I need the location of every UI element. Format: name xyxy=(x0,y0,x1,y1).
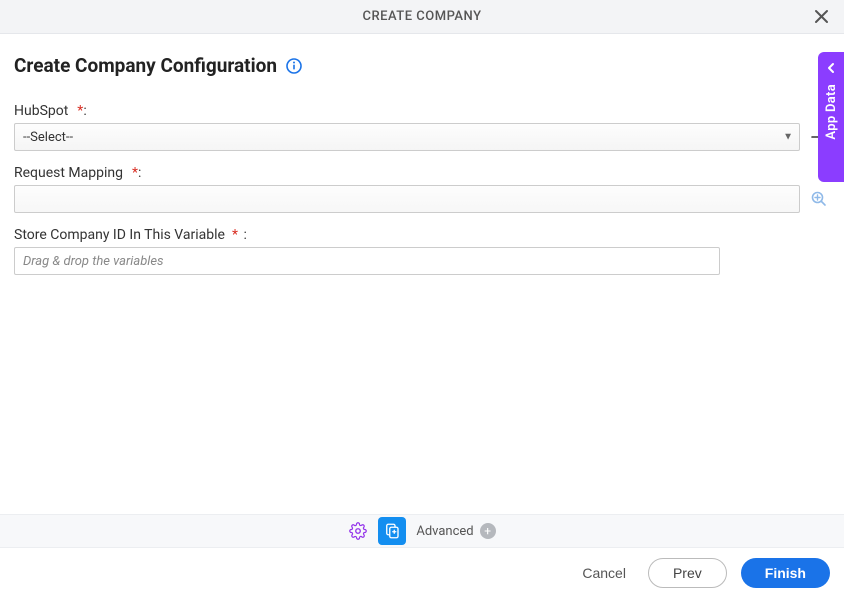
bottom-toolbar: Advanced + xyxy=(0,514,844,548)
finish-button[interactable]: Finish xyxy=(741,558,830,588)
info-icon[interactable] xyxy=(285,57,303,75)
zoom-icon[interactable] xyxy=(808,188,830,210)
gear-icon[interactable] xyxy=(348,521,368,541)
modal-header: CREATE COMPANY xyxy=(0,0,844,34)
page-title: Create Company Configuration xyxy=(14,54,277,77)
close-icon[interactable] xyxy=(812,8,830,26)
app-data-side-tab[interactable]: App Data xyxy=(818,52,844,182)
hubspot-label: HubSpot *: xyxy=(14,103,830,119)
hubspot-select[interactable]: --Select-- ▼ xyxy=(14,123,800,151)
label-colon: : xyxy=(83,103,86,119)
advanced-toggle[interactable]: Advanced + xyxy=(416,523,495,539)
store-company-id-label-text: Store Company ID In This Variable xyxy=(14,227,225,243)
prev-button[interactable]: Prev xyxy=(648,558,727,588)
store-company-id-input[interactable]: Drag & drop the variables xyxy=(14,247,720,275)
chevron-left-icon xyxy=(825,62,837,78)
chevron-down-icon: ▼ xyxy=(783,132,793,143)
label-colon: : xyxy=(138,165,141,181)
plus-circle-icon: + xyxy=(480,523,496,539)
hubspot-field: HubSpot *: --Select-- ▼ xyxy=(14,103,830,151)
form-body: Create Company Configuration HubSpot *: … xyxy=(0,34,844,275)
request-mapping-label-text: Request Mapping xyxy=(14,165,123,181)
modal-title: CREATE COMPANY xyxy=(362,9,481,24)
hubspot-select-value: --Select-- xyxy=(23,130,73,145)
page-title-row: Create Company Configuration xyxy=(14,54,830,77)
hubspot-label-text: HubSpot xyxy=(14,103,68,119)
template-icon[interactable] xyxy=(378,517,406,545)
advanced-label-text: Advanced xyxy=(416,524,473,539)
request-mapping-field: Request Mapping *: xyxy=(14,165,830,213)
side-tab-label: App Data xyxy=(824,84,839,140)
request-mapping-label: Request Mapping *: xyxy=(14,165,830,181)
label-colon: : xyxy=(243,227,246,243)
store-company-id-placeholder: Drag & drop the variables xyxy=(23,254,164,269)
cancel-button[interactable]: Cancel xyxy=(574,558,634,588)
modal-footer: Cancel Prev Finish xyxy=(0,548,844,597)
store-company-id-field: Store Company ID In This Variable * : Dr… xyxy=(14,227,830,275)
request-mapping-input[interactable] xyxy=(14,185,800,213)
required-marker: * xyxy=(232,227,238,243)
store-company-id-label: Store Company ID In This Variable * : xyxy=(14,227,830,243)
